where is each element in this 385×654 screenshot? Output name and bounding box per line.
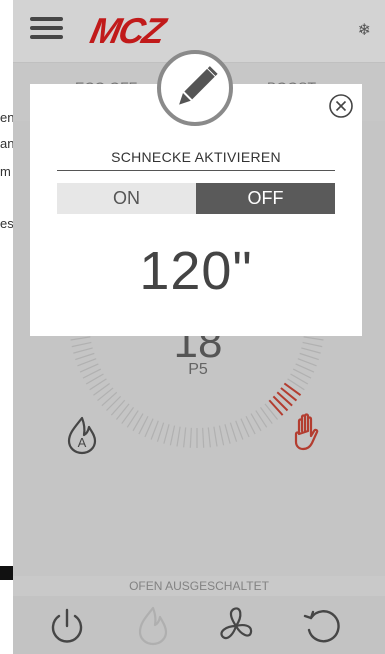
truncated-text: en [0,110,13,125]
edit-badge [157,50,233,126]
auger-duration-value[interactable]: 120" [57,240,335,302]
dialog-title: SCHNECKE AKTIVIEREN [111,149,281,165]
truncated-text: es [0,216,13,231]
background-window-strip: en an m es [0,0,13,654]
off-option[interactable]: OFF [196,183,335,214]
on-option[interactable]: ON [57,183,196,214]
truncated-text: m [0,164,11,179]
truncated-badge [0,566,13,580]
title-divider [57,170,335,171]
close-icon[interactable] [328,93,354,119]
on-off-toggle: ON OFF [57,183,335,214]
pencil-icon [179,66,218,105]
truncated-text: an [0,136,13,151]
